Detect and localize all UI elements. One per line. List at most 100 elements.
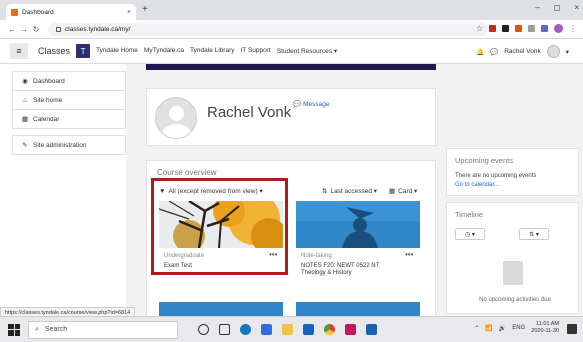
moodle-favicon-icon (11, 8, 18, 16)
course-category: Note-taking (301, 253, 332, 259)
browser-tab[interactable]: Dashboard × (6, 4, 136, 20)
nav-item-label: Dashboard (33, 77, 65, 85)
windows-taskbar: ⌕ Search ⌃ 📶 🔊 ENG 11:01 AM 2020-11-30 (0, 316, 583, 342)
back-arrow-icon[interactable]: ← (6, 25, 18, 34)
upcoming-events-block: Upcoming events There are no upcoming ev… (446, 148, 579, 196)
home-icon: ⌂ (23, 96, 27, 104)
lock-icon (56, 26, 61, 32)
course-name-line2[interactable]: Theology & History (301, 270, 379, 276)
close-window-button[interactable]: × (574, 3, 579, 12)
user-menu-caret-icon[interactable]: ▾ (566, 48, 569, 56)
user-avatar[interactable] (546, 45, 560, 58)
calendar-link[interactable]: Go to calendar... (455, 182, 499, 188)
nav-link-mytyndale[interactable]: MyTyndale.ca (144, 47, 184, 55)
extension-dark-icon[interactable] (502, 25, 509, 32)
sort-label: Last accessed ▾ (330, 188, 378, 195)
site-navbar: ≡ Classes T Tyndale Home MyTyndale.ca Ty… (0, 39, 583, 64)
kebab-menu-icon[interactable]: ⋮ (569, 24, 577, 33)
sort-dropdown[interactable]: ⇅ Last accessed ▾ (322, 187, 377, 195)
chrome-icon[interactable] (324, 324, 335, 335)
timeline-filter-button[interactable]: ◷ ▾ (455, 228, 485, 240)
message-label: Message (303, 100, 330, 108)
url-text: classes.tyndale.ca/my/ (65, 25, 131, 33)
left-nav-drawer: ◉ Dashboard ⌂ Site home ▦ Calendar ✎ Sit… (12, 71, 126, 161)
hamburger-menu-icon[interactable]: ≡ (10, 43, 28, 59)
edge-icon[interactable] (240, 324, 251, 335)
profile-avatar-icon[interactable] (554, 24, 563, 33)
tray-chevron-icon[interactable]: ⌃ (474, 325, 479, 332)
tyndale-logo-icon[interactable]: T (76, 44, 91, 58)
nav-group-main: ◉ Dashboard ⌂ Site home ▦ Calendar (12, 71, 126, 129)
cortana-icon[interactable] (198, 324, 209, 335)
search-icon: ⌕ (35, 325, 39, 333)
maximize-button[interactable]: ◻ (554, 3, 561, 12)
new-tab-button[interactable]: + (142, 4, 148, 16)
task-view-icon[interactable] (219, 324, 230, 335)
search-placeholder: Search (44, 326, 68, 333)
timeline-sort-button[interactable]: ⇅ ▾ (519, 228, 549, 240)
url-field[interactable]: classes.tyndale.ca/my/ (48, 22, 488, 36)
course-card-image[interactable] (159, 302, 283, 316)
clock[interactable]: 11:01 AM 2020-11-30 (531, 321, 559, 335)
avatar-head (169, 106, 184, 121)
profile-avatar[interactable] (155, 97, 197, 139)
message-link[interactable]: 💬 Message (293, 100, 330, 109)
upcoming-title: Upcoming events (455, 156, 513, 165)
nav-link-library[interactable]: Tyndale Library (190, 47, 234, 55)
windows-start-icon[interactable] (8, 323, 20, 336)
graduate-image (296, 201, 420, 248)
course-overview-title: Course overview (157, 168, 217, 177)
site-brand[interactable]: Classes (38, 46, 70, 56)
action-center-icon[interactable] (567, 324, 577, 334)
nav-link-student-resources[interactable]: Student Resources ▾ (277, 47, 337, 55)
message-icon: 💬 (293, 101, 302, 108)
nav-item-label: Site administration (33, 141, 87, 149)
nav-item-dashboard[interactable]: ◉ Dashboard (12, 71, 126, 90)
highlight-annotation-box (151, 178, 288, 275)
volume-icon[interactable]: 🔊 (499, 325, 506, 332)
star-icon[interactable]: ☆ (476, 24, 483, 33)
course-menu-icon[interactable]: ••• (405, 250, 413, 259)
course-card-meta: Note-taking NOTES F20: NEWT 0522 NT Theo… (301, 253, 379, 276)
nav-link-it-support[interactable]: IT Support (241, 47, 271, 55)
bell-icon[interactable]: 🔔 (476, 48, 484, 56)
forward-arrow-icon[interactable]: → (18, 25, 30, 34)
extensions-area: ☆ ⋮ (476, 24, 577, 33)
nav-item-site-home[interactable]: ⌂ Site home (12, 90, 126, 109)
course-name-link[interactable]: NOTES F20: NEWT 0522 NT (301, 263, 379, 269)
extension-blue-icon[interactable] (541, 25, 548, 32)
view-dropdown[interactable]: ▦ Card ▾ (389, 187, 417, 195)
extension-puzzle-icon[interactable] (528, 25, 535, 32)
tab-close-icon[interactable]: × (127, 9, 131, 16)
course-card-image-notes[interactable] (296, 201, 420, 248)
wrench-icon: ✎ (22, 142, 28, 149)
nav-link-tyndale-home[interactable]: Tyndale Home (96, 47, 138, 55)
tab-title: Dashboard (22, 8, 54, 16)
minimize-button[interactable]: – (535, 3, 539, 12)
nav-item-calendar[interactable]: ▦ Calendar (12, 109, 126, 128)
taskbar-apps (198, 324, 377, 335)
file-explorer-icon[interactable] (282, 324, 293, 335)
chat-icon[interactable]: 💬 (490, 48, 498, 56)
navbar-user-area: 🔔 💬 Rachel Vonk ▾ (476, 45, 569, 58)
mail-icon[interactable] (303, 324, 314, 335)
reload-icon[interactable]: ↻ (30, 25, 42, 34)
profile-name: Rachel Vonk (207, 104, 292, 121)
language-indicator[interactable]: ENG (512, 325, 525, 331)
network-icon[interactable]: 📶 (485, 325, 492, 332)
nav-group-admin: ✎ Site administration (12, 135, 126, 155)
nav-item-site-administration[interactable]: ✎ Site administration (12, 135, 126, 154)
extension-red-icon[interactable] (515, 25, 522, 32)
browser-tab-bar: Dashboard × + – ◻ × (0, 0, 583, 20)
extension-shield-icon[interactable] (489, 25, 496, 32)
word-icon[interactable] (366, 324, 377, 335)
teams-icon[interactable] (345, 324, 356, 335)
taskbar-search[interactable]: ⌕ Search (28, 320, 178, 339)
user-name[interactable]: Rachel Vonk (504, 48, 541, 55)
store-icon[interactable] (261, 324, 272, 335)
grid-icon: ▦ (389, 188, 396, 195)
screen: Dashboard × + – ◻ × ← → ↻ classes.tyndal… (0, 0, 583, 342)
no-activities-icon (503, 261, 523, 285)
course-card-image[interactable] (296, 302, 420, 316)
navbar-links: Tyndale Home MyTyndale.ca Tyndale Librar… (96, 47, 337, 55)
